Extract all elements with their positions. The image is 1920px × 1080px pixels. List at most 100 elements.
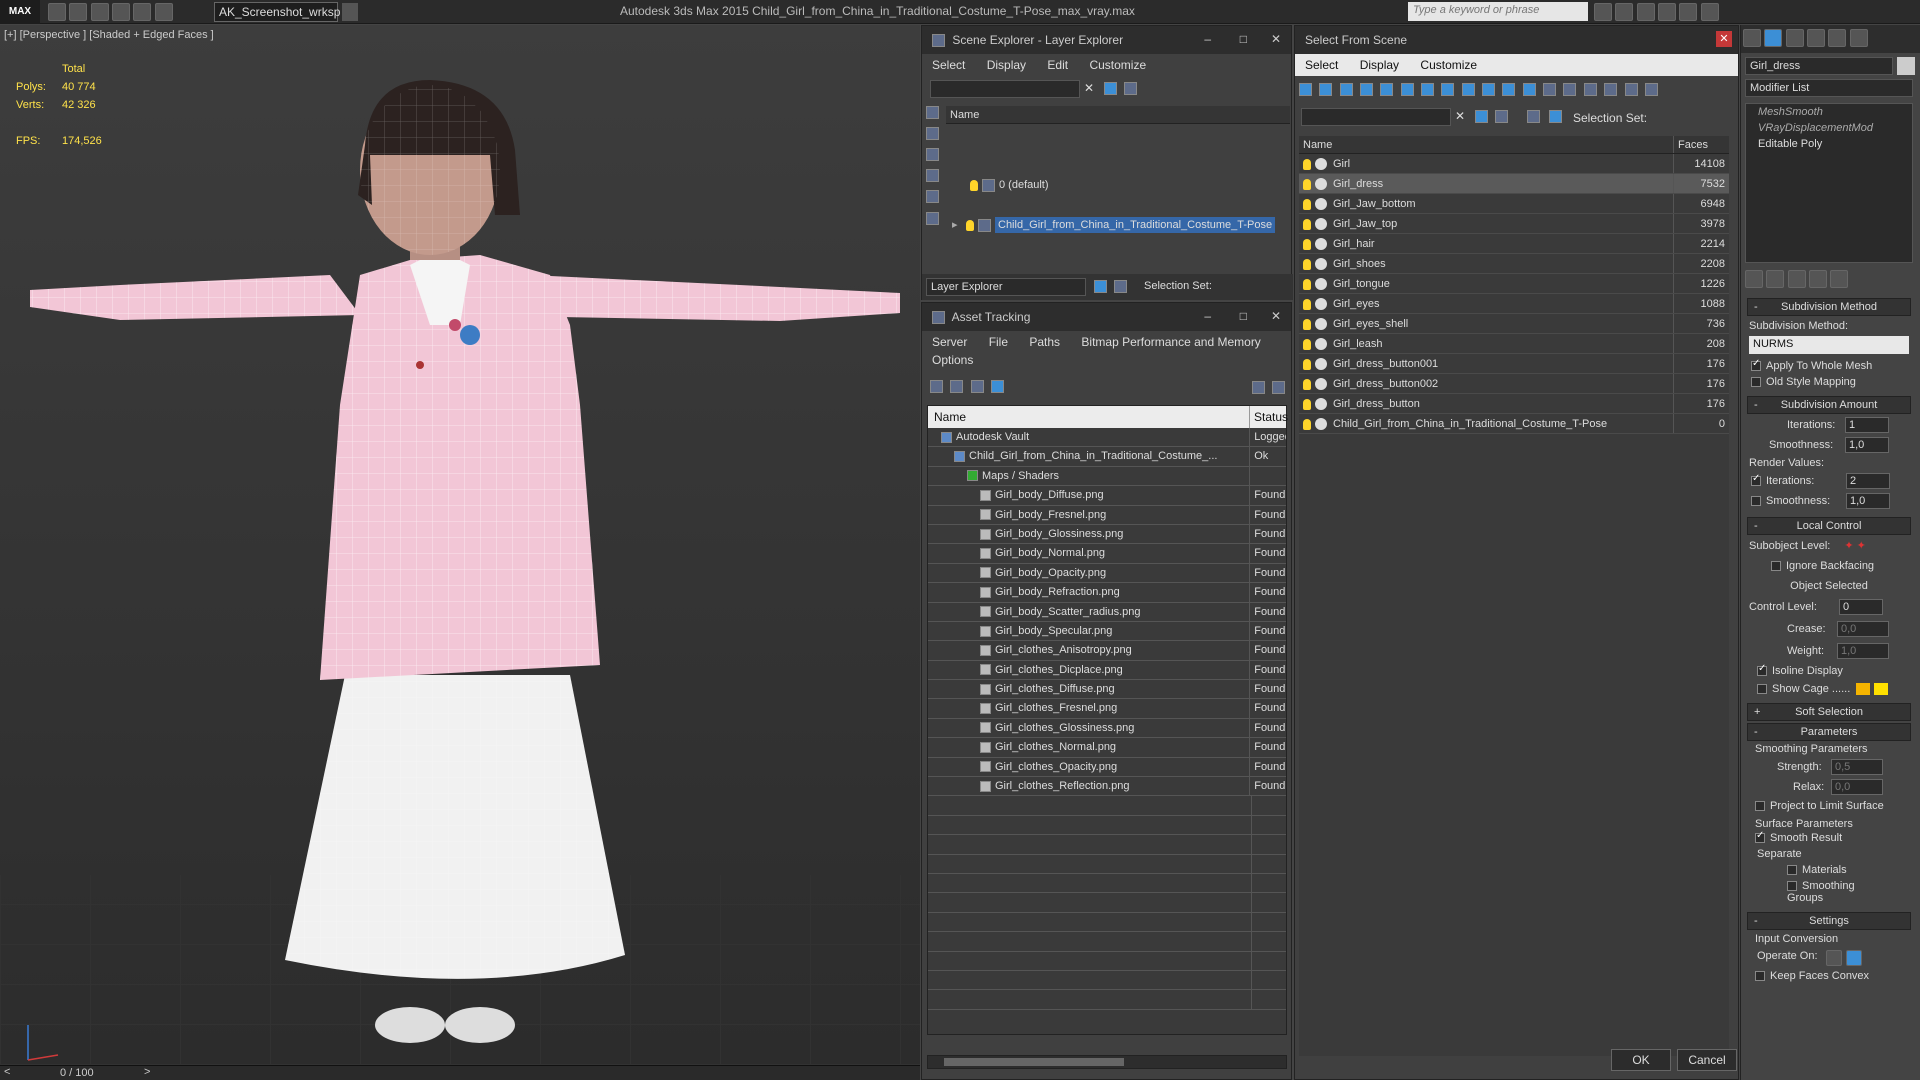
asset-row[interactable]: Maps / Shaders <box>928 466 1286 487</box>
asset-row[interactable]: Girl_clothes_Opacity.png Found <box>928 757 1286 778</box>
display-spacewarps-icon[interactable] <box>926 212 939 226</box>
object-row[interactable]: Girl_dress_button001 176 <box>1299 354 1729 374</box>
vertex-edge-icons[interactable]: ✦ ✦ <box>1844 540 1866 552</box>
close-icon[interactable]: ✕ <box>1271 32 1281 46</box>
light-bulb-icon[interactable] <box>1303 398 1311 410</box>
maximize-icon[interactable]: □ <box>1240 32 1247 46</box>
hierarchy-mode-icon[interactable] <box>1114 280 1127 293</box>
display-lights-icon[interactable] <box>1400 83 1414 97</box>
time-next-icon[interactable]: > <box>144 1066 150 1078</box>
asset-row[interactable]: Girl_body_Diffuse.png Found <box>928 486 1286 506</box>
subscription-icon[interactable] <box>1636 3 1655 21</box>
asset-row[interactable]: Girl_clothes_Anisotropy.png Found <box>928 641 1286 661</box>
close-icon[interactable]: ✕ <box>1716 31 1732 47</box>
make-unique-icon[interactable] <box>1787 270 1806 288</box>
utilities-tab-icon[interactable] <box>1849 29 1868 47</box>
maximize-icon[interactable]: □ <box>1240 309 1247 323</box>
display-lights-icon[interactable] <box>926 148 939 161</box>
light-bulb-icon[interactable] <box>1303 298 1311 310</box>
hierarchy-mode-icon[interactable] <box>1549 110 1562 123</box>
object-row[interactable]: Girl_dress_button 176 <box>1299 394 1729 414</box>
light-bulb-icon[interactable] <box>1303 418 1311 430</box>
menu-paths[interactable]: Paths <box>1029 335 1060 349</box>
object-row[interactable]: Girl 14108 <box>1299 154 1729 174</box>
menu-server[interactable]: Server <box>932 335 967 349</box>
object-row[interactable]: Girl_dress 7532 <box>1299 174 1729 194</box>
cancel-button[interactable]: Cancel <box>1677 1049 1737 1071</box>
list-view-icon[interactable] <box>950 380 964 394</box>
table-view-icon[interactable] <box>991 380 1005 394</box>
layer-column-header[interactable]: Name <box>946 106 1290 124</box>
render-iterations-spinner[interactable]: 2 <box>1846 473 1890 489</box>
filter-icon[interactable] <box>1104 82 1117 95</box>
object-row[interactable]: Girl_leash 208 <box>1299 334 1729 354</box>
light-bulb-icon[interactable] <box>1303 178 1311 190</box>
display-groups-icon[interactable] <box>1482 83 1496 97</box>
close-x-icon[interactable] <box>1679 3 1698 21</box>
pin-stack-icon[interactable] <box>1745 270 1763 288</box>
light-bulb-icon[interactable] <box>1303 158 1311 170</box>
menu-file[interactable]: File <box>989 335 1008 349</box>
crease-spinner[interactable]: 0,0 <box>1837 621 1889 637</box>
separate-groups-row[interactable]: Smoothing Groups <box>1747 878 1911 910</box>
asset-row[interactable]: Girl_clothes_Diffuse.png Found <box>928 680 1286 700</box>
stack-item-meshsmooth[interactable]: MeshSmooth <box>1746 104 1912 120</box>
column-faces[interactable]: Faces <box>1674 136 1729 153</box>
select-none-icon[interactable] <box>1319 83 1333 97</box>
asset-horizontal-scrollbar[interactable] <box>927 1055 1287 1069</box>
object-row[interactable]: Girl_shoes 2208 <box>1299 254 1729 274</box>
menu-customize[interactable]: Customize <box>1420 58 1477 72</box>
apply-whole-mesh-row[interactable]: Apply To Whole Mesh <box>1747 358 1911 374</box>
rollout-settings[interactable]: - Settings <box>1747 912 1911 931</box>
separate-groups-checkbox[interactable] <box>1787 881 1797 892</box>
isoline-checkbox[interactable] <box>1757 663 1767 677</box>
light-bulb-icon[interactable] <box>1303 218 1311 230</box>
light-bulb-icon[interactable] <box>1303 198 1311 210</box>
light-bulb-icon[interactable] <box>966 219 974 231</box>
filter-active-icon[interactable] <box>1475 110 1488 123</box>
create-tab-icon[interactable] <box>1743 29 1761 47</box>
asset-row[interactable]: Girl_body_Glossiness.png Found <box>928 524 1286 545</box>
key-icon[interactable] <box>1615 3 1634 21</box>
layer-tool-icon[interactable] <box>1124 82 1137 95</box>
hierarchy-tab-icon[interactable] <box>1785 29 1804 47</box>
render-smoothness-spinner[interactable]: 1,0 <box>1846 493 1890 509</box>
smooth-result-checkbox[interactable] <box>1755 830 1765 844</box>
column-name[interactable]: Name <box>928 406 1250 428</box>
light-bulb-icon[interactable] <box>1303 338 1311 350</box>
show-cage-row[interactable]: Show Cage ...... <box>1747 680 1911 701</box>
display-containers-icon[interactable] <box>1543 83 1557 97</box>
asset-row[interactable]: Autodesk Vault Logged <box>928 428 1286 448</box>
explorer-type-select[interactable]: Layer Explorer <box>926 278 1086 296</box>
search-input[interactable]: Type a keyword or phrase <box>1408 2 1588 21</box>
expand-arrow-icon[interactable]: ▸ <box>952 215 966 235</box>
star-icon[interactable] <box>1658 3 1677 21</box>
display-cameras-icon[interactable] <box>1421 83 1435 97</box>
project-limit-row[interactable]: Project to Limit Surface <box>1747 797 1911 815</box>
help-icon[interactable] <box>1700 3 1719 21</box>
thumbnail-view-icon[interactable] <box>970 380 984 394</box>
tool-icon[interactable] <box>1495 110 1508 123</box>
rollout-subdivision-method[interactable]: - Subdivision Method <box>1747 298 1911 316</box>
asset-row[interactable]: Girl_body_Scatter_radius.png Found <box>928 602 1286 622</box>
ignore-backfacing-row[interactable]: Ignore Backfacing <box>1747 556 1911 576</box>
control-level-spinner[interactable]: 0 <box>1839 599 1883 615</box>
display-shapes-icon[interactable] <box>926 127 939 140</box>
separate-materials-row[interactable]: Materials <box>1747 862 1911 878</box>
display-xrefs-icon[interactable] <box>1502 83 1516 97</box>
open-file-icon[interactable] <box>69 3 88 21</box>
object-row[interactable]: Girl_Jaw_bottom 6948 <box>1299 194 1729 214</box>
menu-edit[interactable]: Edit <box>1047 58 1068 72</box>
separate-materials-checkbox[interactable] <box>1787 865 1797 876</box>
display-tab-icon[interactable] <box>1828 29 1847 47</box>
light-bulb-icon[interactable] <box>1303 278 1311 290</box>
smoothness-spinner[interactable]: 1,0 <box>1845 437 1889 453</box>
modify-tab-icon[interactable] <box>1764 29 1783 47</box>
ok-button[interactable]: OK <box>1611 1049 1671 1071</box>
operate-polygons-icon[interactable] <box>1845 950 1862 967</box>
weight-spinner[interactable]: 1,0 <box>1837 643 1889 659</box>
project-limit-checkbox[interactable] <box>1755 801 1765 812</box>
layer-mode-icon[interactable] <box>1094 280 1107 293</box>
show-cage-checkbox[interactable] <box>1757 684 1767 695</box>
column-name[interactable]: Name <box>1299 136 1674 153</box>
